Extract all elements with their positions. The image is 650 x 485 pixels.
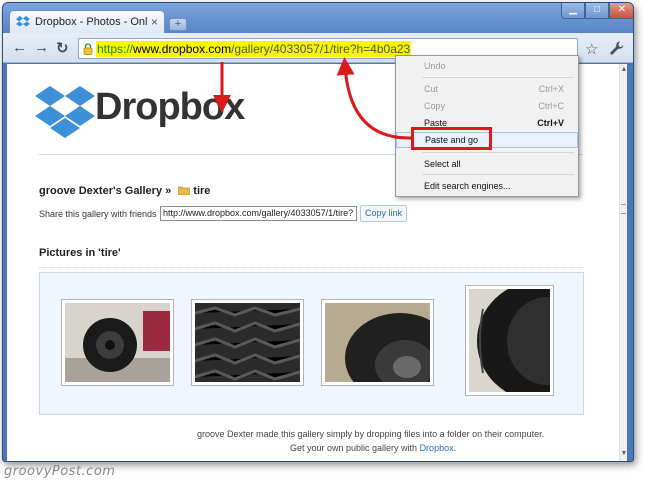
reload-icon[interactable]: ↻ [56,39,69,57]
menu-item-copy[interactable]: Copy Ctrl+C [396,98,578,114]
tire-photo-2 [195,303,300,382]
paste-and-go-highlight-box [411,127,492,150]
lock-icon [83,42,93,55]
footer-text: Get your own public gallery with [290,443,420,453]
vertical-scrollbar[interactable]: ▲ ▼ [619,64,627,461]
url-host: www.dropbox.com [133,41,232,56]
copy-link-button[interactable]: Copy link [360,205,407,222]
pictures-heading: Pictures in 'tire' [39,247,121,259]
photo-thumbnail[interactable] [321,299,434,386]
watermark: groovyPost.com [4,464,116,479]
browser-tab[interactable]: Dropbox - Photos - Onlin… × [9,10,165,33]
menu-item-label: Undo [424,61,446,71]
menu-item-label: Cut [424,84,439,94]
url-path: /gallery/4033057/1/tire?h=4b0a23 [231,41,411,56]
menu-separator [422,174,574,175]
menu-item-shortcut: Ctrl+C [538,101,564,111]
share-label: Share this gallery with friends [39,209,157,219]
back-arrow-icon[interactable]: ← [12,39,27,56]
menu-item-select-all[interactable]: Select all [396,156,578,172]
gallery-owner-link[interactable]: groove Dexter's Gallery » [39,185,174,197]
menu-separator [422,152,574,153]
scroll-down-arrow-icon[interactable]: ▼ [620,450,627,457]
menu-item-label: Select all [424,159,461,169]
menu-item-edit-search-engines[interactable]: Edit search engines... [396,178,578,194]
menu-item-label: Copy [424,101,446,111]
photo-thumbnail[interactable] [465,285,554,396]
footer-line-1: groove Dexter made this gallery simply b… [197,429,545,439]
dropbox-favicon-icon [16,16,30,27]
dropbox-footer-link[interactable]: Dropbox [420,443,454,453]
gallery-title: groove Dexter's Gallery » tire [39,185,210,197]
folder-icon [178,186,191,195]
photo-thumbnail[interactable] [61,299,174,386]
footer-line-2: Get your own public gallery with Dropbox… [290,443,456,453]
photo-thumbnail[interactable] [191,299,304,386]
menu-separator [422,77,574,78]
dropbox-logo-text: Dropbox [95,86,245,128]
menu-item-undo[interactable]: Undo [396,58,578,74]
scroll-up-arrow-icon[interactable]: ▲ [620,66,627,73]
menu-item-shortcut: Ctrl+V [537,118,564,128]
photo-gallery [39,272,584,415]
tire-photo-1 [65,303,170,382]
menu-item-label: Edit search engines... [424,181,511,191]
pictures-divider [39,267,583,268]
minimize-button[interactable]: ▁ [561,3,585,19]
url-scheme: https:// [97,41,134,56]
menu-item-cut[interactable]: Cut Ctrl+X [396,81,578,97]
title-bar: Dropbox - Photos - Onlin… × + ▁ □ ✕ [3,3,633,33]
forward-arrow-icon[interactable]: → [34,39,49,56]
url-text[interactable]: https://www.dropbox.com/gallery/4033057/… [96,40,412,57]
tab-title: Dropbox - Photos - Onlin… [35,16,148,28]
context-menu: Undo Cut Ctrl+X Copy Ctrl+C Paste Ctrl+V… [395,55,579,197]
tire-photo-3 [325,303,430,382]
dropbox-logo-icon [35,86,95,138]
maximize-button[interactable]: □ [585,3,609,19]
tab-close-icon[interactable]: × [151,15,158,29]
scrollbar-grip[interactable] [621,204,626,214]
footer-period: . [453,443,457,453]
new-tab-button[interactable]: + [169,18,187,31]
bookmark-star-icon[interactable]: ☆ [585,40,598,58]
tire-photo-4 [469,289,550,392]
close-window-button[interactable]: ✕ [609,3,633,19]
gallery-folder-name: tire [193,185,211,197]
wrench-icon[interactable] [609,40,625,56]
share-url-input[interactable]: http://www.dropbox.com/gallery/4033057/1… [160,206,357,221]
menu-item-shortcut: Ctrl+X [538,84,564,94]
